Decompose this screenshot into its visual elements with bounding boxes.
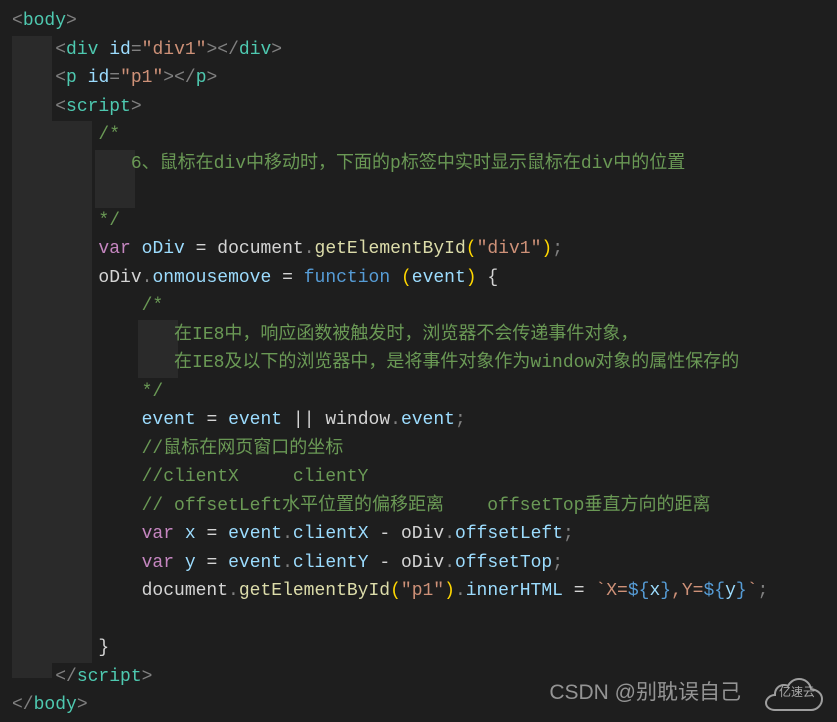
code-line: 在IE8中，响应函数被触发时，浏览器不会传递事件对象，: [0, 321, 837, 350]
watermark-text: CSDN @别耽误自己: [549, 679, 741, 708]
code-line: [0, 606, 837, 635]
code-line: [0, 178, 837, 207]
code-line: document.getElementById("p1").innerHTML …: [0, 577, 837, 606]
code-line: // offsetLeft水平位置的偏移距离 offsetTop垂直方向的距离: [0, 492, 837, 521]
code-line: 6、鼠标在div中移动时，下面的p标签中实时显示鼠标在div中的位置: [0, 150, 837, 179]
code-line: oDiv.onmousemove = function (event) {: [0, 264, 837, 293]
code-line: var x = event.clientX - oDiv.offsetLeft;: [0, 520, 837, 549]
code-line: //鼠标在网页窗口的坐标: [0, 435, 837, 464]
code-line: var y = event.clientY - oDiv.offsetTop;: [0, 549, 837, 578]
code-line: <body>: [0, 7, 837, 36]
code-line: event = event || window.event;: [0, 406, 837, 435]
code-line: <script>: [0, 93, 837, 122]
code-line: <p id="p1"></p>: [0, 64, 837, 93]
code-line: 在IE8及以下的浏览器中，是将事件对象作为window对象的属性保存的: [0, 349, 837, 378]
code-line: /*: [0, 292, 837, 321]
code-line: }: [0, 634, 837, 663]
cloud-label: 亿速云: [779, 678, 815, 707]
code-line: //clientX clientY: [0, 463, 837, 492]
code-line: <div id="div1"></div>: [0, 36, 837, 65]
code-line: */: [0, 378, 837, 407]
code-line: */: [0, 207, 837, 236]
code-line: /*: [0, 121, 837, 150]
code-editor: <body> <div id="div1"></div> <p id="p1">…: [0, 0, 837, 720]
code-line: var oDiv = document.getElementById("div1…: [0, 235, 837, 264]
